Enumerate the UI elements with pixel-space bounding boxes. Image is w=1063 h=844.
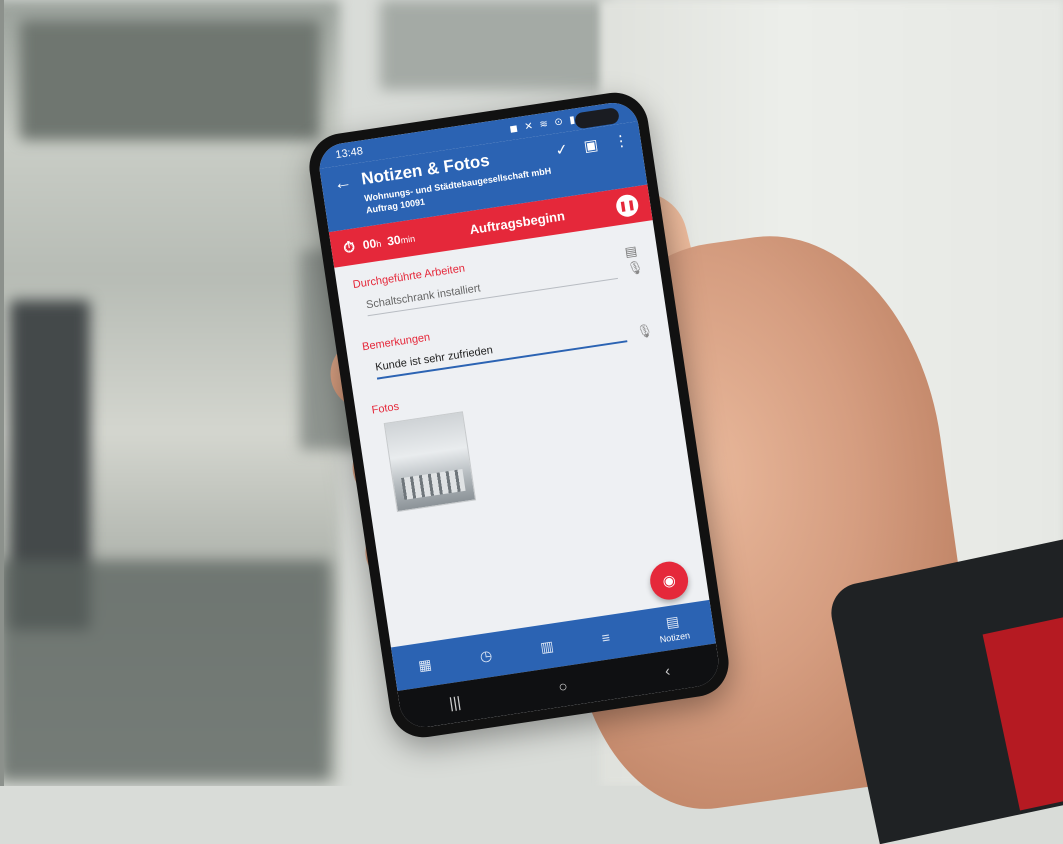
- calculator-icon: ▥: [539, 637, 555, 655]
- back-arrow-icon[interactable]: ←: [332, 169, 363, 194]
- recent-apps-icon[interactable]: |||: [448, 693, 462, 712]
- nav-item-calculator[interactable]: ▥: [539, 637, 555, 656]
- calendar-clock-icon: ◷: [478, 646, 494, 664]
- gallery-icon[interactable]: ▣: [583, 135, 600, 155]
- status-time: 13:48: [334, 145, 364, 162]
- cabinet-panel: [380, 0, 610, 90]
- camera-icon: ◉: [661, 571, 677, 591]
- home-icon[interactable]: ○: [557, 677, 568, 695]
- cabinet-panel: [20, 20, 320, 140]
- notes-content: Durchgeführte Arbeiten ▤ Schaltschrank i…: [334, 220, 692, 530]
- nav-item-schedule[interactable]: ◷: [479, 646, 494, 665]
- checklist-icon: ≡: [600, 629, 612, 647]
- stopwatch-icon: ⏱: [342, 237, 357, 257]
- timer-duration: 00h 30min: [362, 230, 419, 252]
- timer-hours-unit: h: [375, 238, 382, 250]
- contact-card-icon: ▦: [417, 655, 433, 674]
- nav-item-notes[interactable]: ▤ Notizen: [656, 611, 691, 645]
- checkmark-icon[interactable]: ✓: [554, 140, 569, 160]
- notes-icon: ▤: [664, 612, 681, 630]
- cabinet-panel: [0, 560, 330, 780]
- microphone-icon[interactable]: 🎙: [626, 259, 645, 277]
- camera-button[interactable]: ◉: [647, 559, 691, 603]
- document-icon[interactable]: ▤: [624, 243, 639, 261]
- image-border: [0, 0, 4, 786]
- system-back-icon[interactable]: ‹: [664, 662, 671, 680]
- nav-item-notes-label: Notizen: [658, 629, 691, 645]
- nav-item-checklist[interactable]: ≡: [601, 629, 611, 646]
- more-menu-icon[interactable]: ⋮: [612, 131, 630, 151]
- nav-item-customer[interactable]: ▦: [417, 655, 433, 674]
- photo-thumbnail[interactable]: [383, 411, 477, 513]
- microphone-icon[interactable]: 🎙: [635, 322, 654, 340]
- timer-minutes-unit: min: [399, 233, 416, 246]
- pause-icon[interactable]: ❚❚: [614, 193, 640, 219]
